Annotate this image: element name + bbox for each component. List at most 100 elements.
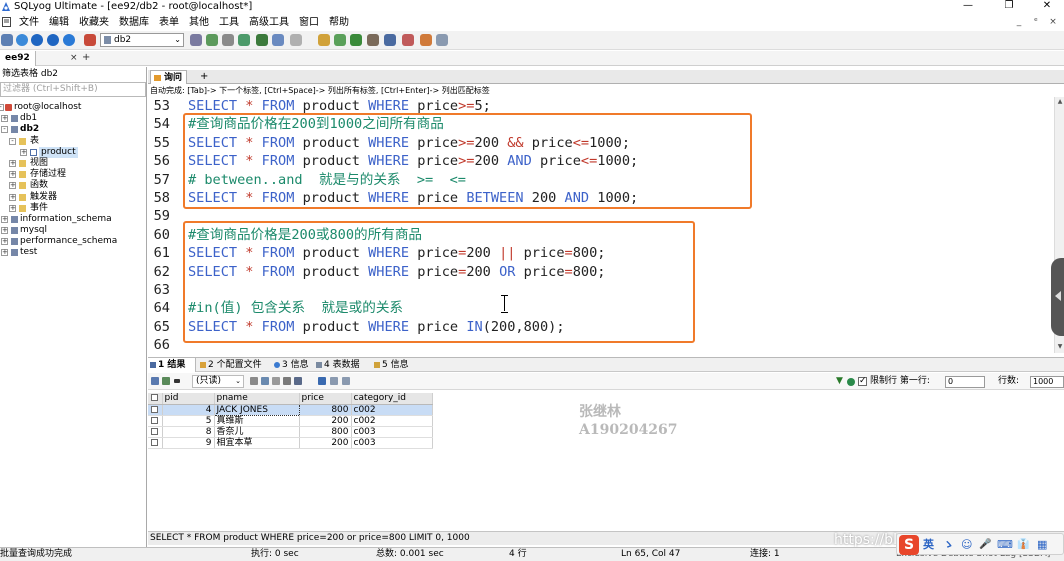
tree-item-procedures[interactable]: + 存储过程 — [0, 169, 146, 180]
execute-query-icon[interactable] — [31, 34, 43, 46]
menu-item[interactable]: 收藏夹 — [74, 15, 114, 30]
export-grid-icon[interactable] — [151, 377, 159, 385]
limit-rows-checkbox[interactable] — [858, 375, 867, 388]
stop-query-icon[interactable] — [63, 34, 75, 46]
mdi-close-button[interactable]: × — [1045, 14, 1061, 30]
tab-info[interactable]: 5 信息 — [372, 358, 409, 372]
delete-row-icon[interactable] — [272, 377, 280, 385]
column-header-pid[interactable]: pid — [162, 393, 215, 405]
grid-cell[interactable]: 相宜本草 — [214, 437, 300, 449]
row-select-cell[interactable] — [148, 404, 163, 416]
checkbox-icon[interactable] — [151, 427, 159, 435]
close-button[interactable]: ✕ — [1034, 0, 1060, 13]
column-header-category-id[interactable]: category_id — [351, 393, 433, 405]
tree-item-events[interactable]: + 事件 — [0, 203, 146, 214]
restore-icon[interactable] — [222, 34, 234, 46]
expand-icon[interactable]: + — [9, 193, 16, 201]
grid-cell[interactable]: 8 — [162, 426, 215, 438]
checkbox-icon[interactable] — [151, 394, 159, 402]
menu-item[interactable]: 高级工具 — [244, 15, 294, 30]
grid-cell[interactable]: 9 — [162, 437, 215, 449]
code-line[interactable]: 56 SELECT * FROM product WHERE price>=200… — [148, 152, 1048, 170]
collapse-icon[interactable]: - — [0, 104, 4, 111]
table-diagnostics-icon[interactable] — [384, 34, 396, 46]
maximize-button[interactable]: ❐ — [996, 0, 1022, 13]
import-icon[interactable] — [238, 34, 250, 46]
tree-item-information-schema[interactable]: + information_schema — [0, 214, 146, 225]
menu-item[interactable]: 帮助 — [324, 15, 354, 30]
trash-icon[interactable] — [283, 377, 291, 385]
expand-icon[interactable]: + — [9, 159, 16, 167]
ime-skin-icon[interactable]: 👔 — [1017, 536, 1029, 553]
chevron-down-icon[interactable] — [174, 379, 180, 383]
row-select-cell[interactable] — [148, 437, 163, 449]
schema-designer-icon[interactable] — [290, 34, 302, 46]
menu-item[interactable]: 数据库 — [114, 15, 154, 30]
new-connection-tab-button[interactable]: + — [82, 51, 90, 65]
scheduled-jobs-icon[interactable] — [367, 34, 379, 46]
expand-icon[interactable]: + — [9, 171, 16, 179]
expand-icon[interactable]: + — [1, 115, 8, 123]
code-line[interactable]: 64 #in(值) 包含关系 就是或的关系 — [148, 299, 1048, 317]
menu-item[interactable]: 工具 — [214, 15, 244, 30]
table-row[interactable]: 9 相宜本草 200 c003 — [148, 437, 433, 449]
tree-item-db2[interactable]: - db2 — [0, 124, 146, 135]
tree-item-performance-schema[interactable]: + performance_schema — [0, 236, 146, 247]
expand-icon[interactable]: + — [20, 148, 27, 156]
new-connection-icon[interactable] — [1, 34, 13, 46]
code-line[interactable]: 62 SELECT * FROM product WHERE price=200 … — [148, 263, 1048, 281]
minimize-button[interactable]: — — [955, 0, 981, 13]
expand-icon[interactable]: + — [1, 249, 8, 257]
menu-item[interactable]: 编辑 — [44, 15, 74, 30]
expand-icon[interactable]: + — [9, 182, 16, 190]
grid-cell[interactable]: JACK JONES — [213, 403, 300, 416]
mdi-minimize-button[interactable]: _ — [1011, 14, 1027, 30]
tree-item-mysql[interactable]: + mysql — [0, 225, 146, 236]
grid-cell[interactable]: 5 — [162, 415, 215, 427]
tree-item-db1[interactable]: + db1 — [0, 113, 146, 124]
tree-item-tables-folder[interactable]: - 表 — [0, 136, 146, 147]
export-icon[interactable] — [402, 34, 414, 46]
code-line[interactable]: 60 #查询商品价格是200或800的所有商品 — [148, 226, 1048, 244]
add-query-tab-button[interactable]: + — [200, 70, 208, 83]
table-row[interactable]: 4 JACK JONES 800 c002 — [148, 403, 433, 416]
migration-icon[interactable] — [334, 34, 346, 46]
ime-keyboard-icon[interactable]: ⌨ — [997, 536, 1013, 553]
collapse-icon[interactable]: - — [9, 137, 16, 145]
expand-icon[interactable]: + — [1, 215, 8, 223]
grid-cell[interactable]: c002 — [351, 415, 433, 427]
format-query-icon[interactable] — [84, 34, 96, 46]
row-select-cell[interactable] — [148, 426, 163, 438]
filter-input[interactable]: 过滤器 (Ctrl+Shift+B) — [0, 82, 146, 97]
reset-filter-icon[interactable] — [847, 378, 855, 386]
notifications-icon[interactable] — [350, 34, 362, 46]
preferences-icon[interactable] — [436, 34, 448, 46]
tab-result-1[interactable]: 1 结果 — [148, 358, 196, 372]
checkbox-icon[interactable] — [151, 405, 159, 413]
grid-cell[interactable]: 4 — [162, 404, 215, 416]
menu-item[interactable]: 其他 — [184, 15, 214, 30]
grid-cell[interactable]: c002 — [351, 404, 433, 416]
sogou-logo-icon[interactable]: S — [899, 535, 919, 555]
select-all-cell[interactable] — [148, 393, 163, 405]
checkbox-icon[interactable] — [151, 438, 159, 446]
code-line[interactable]: 55 SELECT * FROM product WHERE price>=200… — [148, 134, 1048, 152]
filter-icon[interactable]: ▼ — [836, 375, 843, 388]
code-line[interactable]: 61 SELECT * FROM product WHERE price=200 … — [148, 244, 1048, 262]
row-select-cell[interactable] — [148, 415, 163, 427]
save-icon[interactable] — [261, 377, 269, 385]
code-line[interactable]: 54 #查询商品价格在200到1000之间所有商品 — [148, 115, 1048, 133]
grid-cell[interactable]: 200 — [299, 415, 352, 427]
execute-all-icon[interactable] — [47, 34, 59, 46]
edit-mode-selector[interactable]: (只读) ⌄ — [192, 375, 244, 388]
tree-item-product[interactable]: + product — [0, 146, 146, 158]
expand-icon[interactable]: + — [9, 204, 16, 212]
backup-icon[interactable] — [206, 34, 218, 46]
code-line[interactable]: 57 # between..and 就是与的关系 >= <= — [148, 171, 1048, 189]
ime-emoji-icon[interactable]: ☺ — [961, 536, 972, 553]
document-menu-icon[interactable] — [2, 17, 11, 27]
refresh-icon[interactable] — [16, 34, 28, 46]
close-tab-icon[interactable]: × — [70, 51, 78, 65]
scroll-up-icon[interactable]: ▲ — [1056, 98, 1064, 106]
grid-cell[interactable]: c003 — [351, 426, 433, 438]
